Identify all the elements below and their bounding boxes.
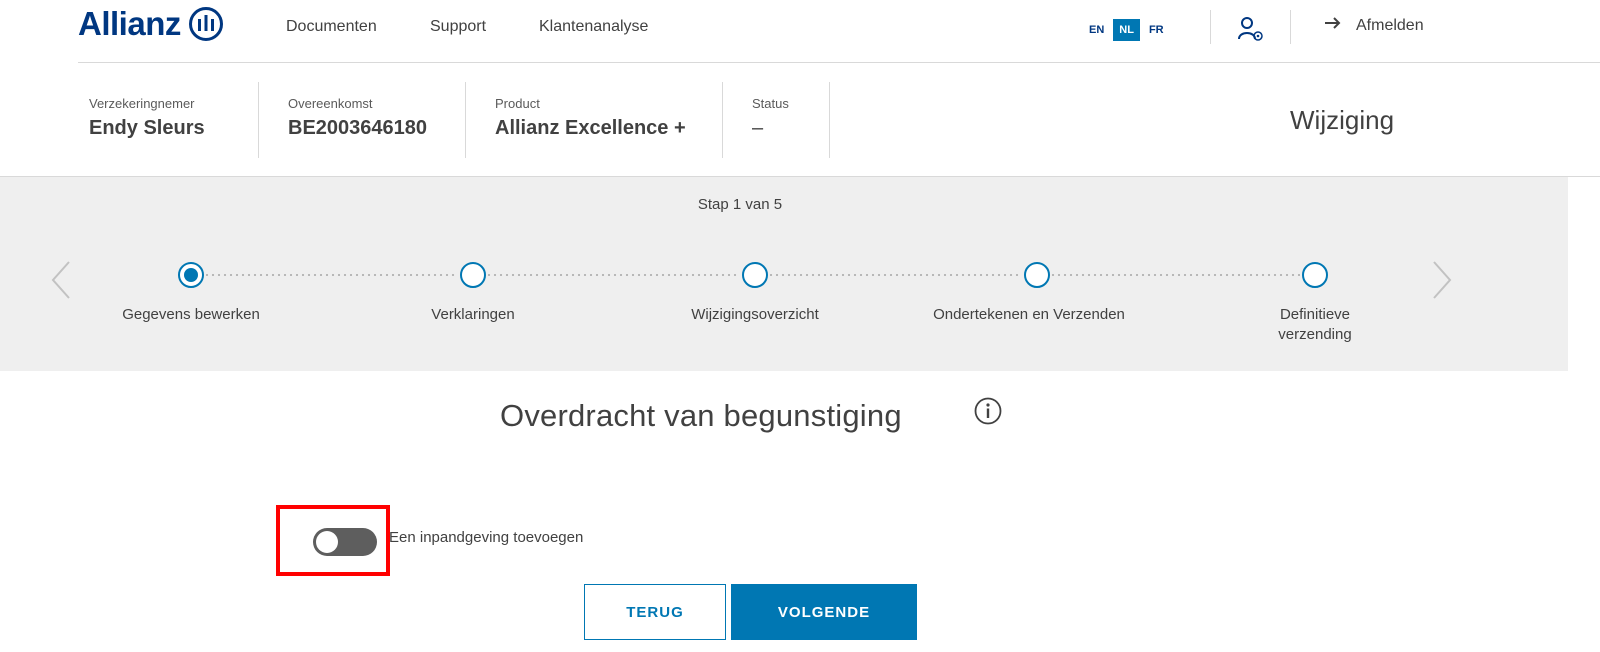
policy-holder: Verzekeringnemer Endy Sleurs [89, 96, 205, 140]
chevron-left-icon[interactable] [47, 258, 75, 302]
step-caption: Stap 1 van 5 [697, 196, 783, 213]
chevron-right-icon[interactable] [1428, 258, 1456, 302]
arrow-right-icon [1324, 16, 1342, 35]
step-2-label: Verklaringen [431, 306, 515, 323]
step-1-indicator[interactable] [178, 262, 204, 288]
nav-customer-analysis[interactable]: Klantenanalyse [539, 18, 648, 36]
policy-status-value: – [752, 117, 764, 139]
allianz-logo[interactable]: Allianz [78, 4, 223, 44]
step-5-label-line2: verzending [1278, 326, 1352, 343]
logo-text: Allianz [78, 5, 181, 42]
policy-product: Product Allianz Excellence + [495, 96, 686, 140]
pledge-toggle-label: Een inpandgeving toevoegen [389, 529, 584, 546]
info-divider [258, 82, 259, 158]
lang-nl[interactable]: NL [1113, 19, 1140, 41]
step-5-label-line1: Definitieve [1279, 306, 1351, 323]
toggle-knob [316, 531, 338, 553]
policy-status: Status – [752, 96, 789, 140]
nav-divider [1210, 10, 1211, 44]
step-connector [486, 274, 738, 276]
pledge-toggle[interactable] [313, 528, 377, 556]
info-icon[interactable] [973, 396, 1003, 426]
step-3-label: Wijzigingsoverzicht [691, 306, 819, 323]
back-button[interactable]: TERUG [584, 584, 726, 640]
policy-status-label: Status [752, 96, 789, 111]
info-divider [465, 82, 466, 158]
step-2-indicator[interactable] [460, 262, 486, 288]
step-4-label: Ondertekenen en Verzenden [933, 306, 1125, 323]
policy-holder-value: Endy Sleurs [89, 117, 205, 139]
language-switcher: EN NL FR [1086, 19, 1167, 41]
lang-en[interactable]: EN [1086, 20, 1107, 40]
nav-documents[interactable]: Documenten [286, 18, 377, 36]
step-5-label: Definitieve verzending [1220, 305, 1410, 345]
nav-divider [1290, 10, 1291, 44]
step-5-indicator[interactable] [1302, 262, 1328, 288]
top-navigation: Allianz Documenten Support Klantenanalys… [0, 0, 1600, 62]
nav-support[interactable]: Support [430, 18, 486, 36]
step-1-label: Gegevens bewerken [122, 306, 260, 323]
policy-agreement: Overeenkomst BE2003646180 [288, 96, 427, 140]
info-divider [829, 82, 830, 158]
policy-product-value: Allianz Excellence + [495, 117, 686, 139]
section-title: Overdracht van begunstiging [500, 398, 902, 433]
step-connector [768, 274, 1020, 276]
step-3-indicator[interactable] [742, 262, 768, 288]
user-settings-icon[interactable] [1236, 14, 1266, 44]
step-connector [1050, 274, 1300, 276]
logout-label: Afmelden [1356, 16, 1424, 34]
page-mode-title: Wijziging [1290, 105, 1395, 135]
step-4-indicator[interactable] [1024, 262, 1050, 288]
lang-fr[interactable]: FR [1146, 20, 1167, 40]
info-divider [722, 82, 723, 158]
next-button[interactable]: VOLGENDE [731, 584, 917, 640]
allianz-eagle-logo-icon [188, 7, 223, 41]
policy-agreement-label: Overeenkomst [288, 96, 373, 111]
step-connector [204, 274, 456, 276]
policy-agreement-value: BE2003646180 [288, 117, 428, 139]
policy-product-label: Product [495, 96, 540, 111]
logout-link[interactable]: Afmelden [1324, 16, 1424, 35]
policy-holder-label: Verzekeringnemer [89, 96, 195, 111]
